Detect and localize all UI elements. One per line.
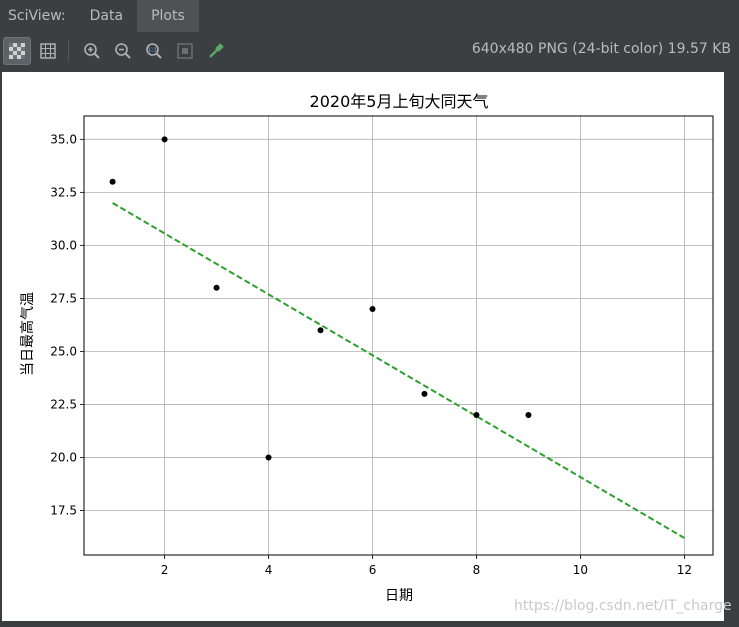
- image-info: 640x480 PNG (24-bit color) 19.57 KB: [471, 41, 731, 57]
- y-tick-label: 25.0: [50, 344, 77, 358]
- y-tick-label: 22.5: [50, 397, 77, 411]
- svg-text:1:1: 1:1: [148, 47, 158, 54]
- data-point: [317, 327, 324, 334]
- zoom-actual-icon[interactable]: 1:1: [140, 37, 168, 65]
- y-tick-label: 27.5: [50, 291, 77, 305]
- chart-title: 2020年5月上旬大同天气: [310, 92, 489, 111]
- data-point: [213, 284, 220, 291]
- data-point: [525, 412, 532, 419]
- x-tick-label: 4: [265, 563, 273, 577]
- x-tick-label: 2: [161, 563, 169, 577]
- y-tick-label: 20.0: [50, 450, 77, 464]
- scatter-chart: 2020年5月上旬大同天气 日期 当日最高气温 2 4 6 8 10 12 17.5 20.0…: [19, 92, 714, 604]
- data-point: [265, 454, 272, 461]
- x-axis-label: 日期: [385, 588, 413, 604]
- x-tick-label: 12: [677, 563, 692, 577]
- y-tick-label: 17.5: [50, 503, 77, 517]
- watermark: https://blog.csdn.net/IT_charge: [514, 598, 732, 614]
- data-point: [473, 412, 480, 419]
- x-tick-label: 8: [473, 563, 481, 577]
- sciview-label: SciView:: [8, 8, 66, 24]
- y-axis-label: 当日最高气温: [19, 292, 36, 376]
- x-tick-label: 6: [369, 563, 377, 577]
- toolbar-separator: [68, 40, 69, 62]
- plot-image: 2020年5月上旬大同天气 日期 当日最高气温 2 4 6 8 10 12 17.5 20.0…: [2, 72, 724, 621]
- zoom-in-icon[interactable]: [78, 37, 106, 65]
- trend-line: [112, 202, 685, 539]
- color-picker-icon[interactable]: [202, 37, 230, 65]
- axes-frame: [83, 115, 714, 556]
- zoom-out-icon[interactable]: [109, 37, 137, 65]
- grid-lines: [84, 116, 713, 555]
- fit-icon[interactable]: [171, 37, 199, 65]
- image-toolbar: 1:1 640x480 PNG (24-bit color) 19.57 KB: [0, 33, 739, 69]
- y-tick-label: 35.0: [50, 132, 77, 146]
- data-point: [369, 305, 376, 312]
- data-point: [161, 136, 168, 143]
- tab-data[interactable]: Data: [76, 0, 137, 32]
- checkerboard-icon[interactable]: [3, 37, 31, 65]
- data-point: [109, 178, 116, 185]
- data-point: [421, 390, 428, 397]
- grid-icon[interactable]: [34, 37, 62, 65]
- y-tick-label: 32.5: [50, 185, 77, 199]
- sciview-header: SciView: Data Plots: [0, 0, 739, 32]
- y-tick-label: 30.0: [50, 238, 77, 252]
- tab-plots[interactable]: Plots: [137, 0, 199, 32]
- x-tick-label: 10: [573, 563, 588, 577]
